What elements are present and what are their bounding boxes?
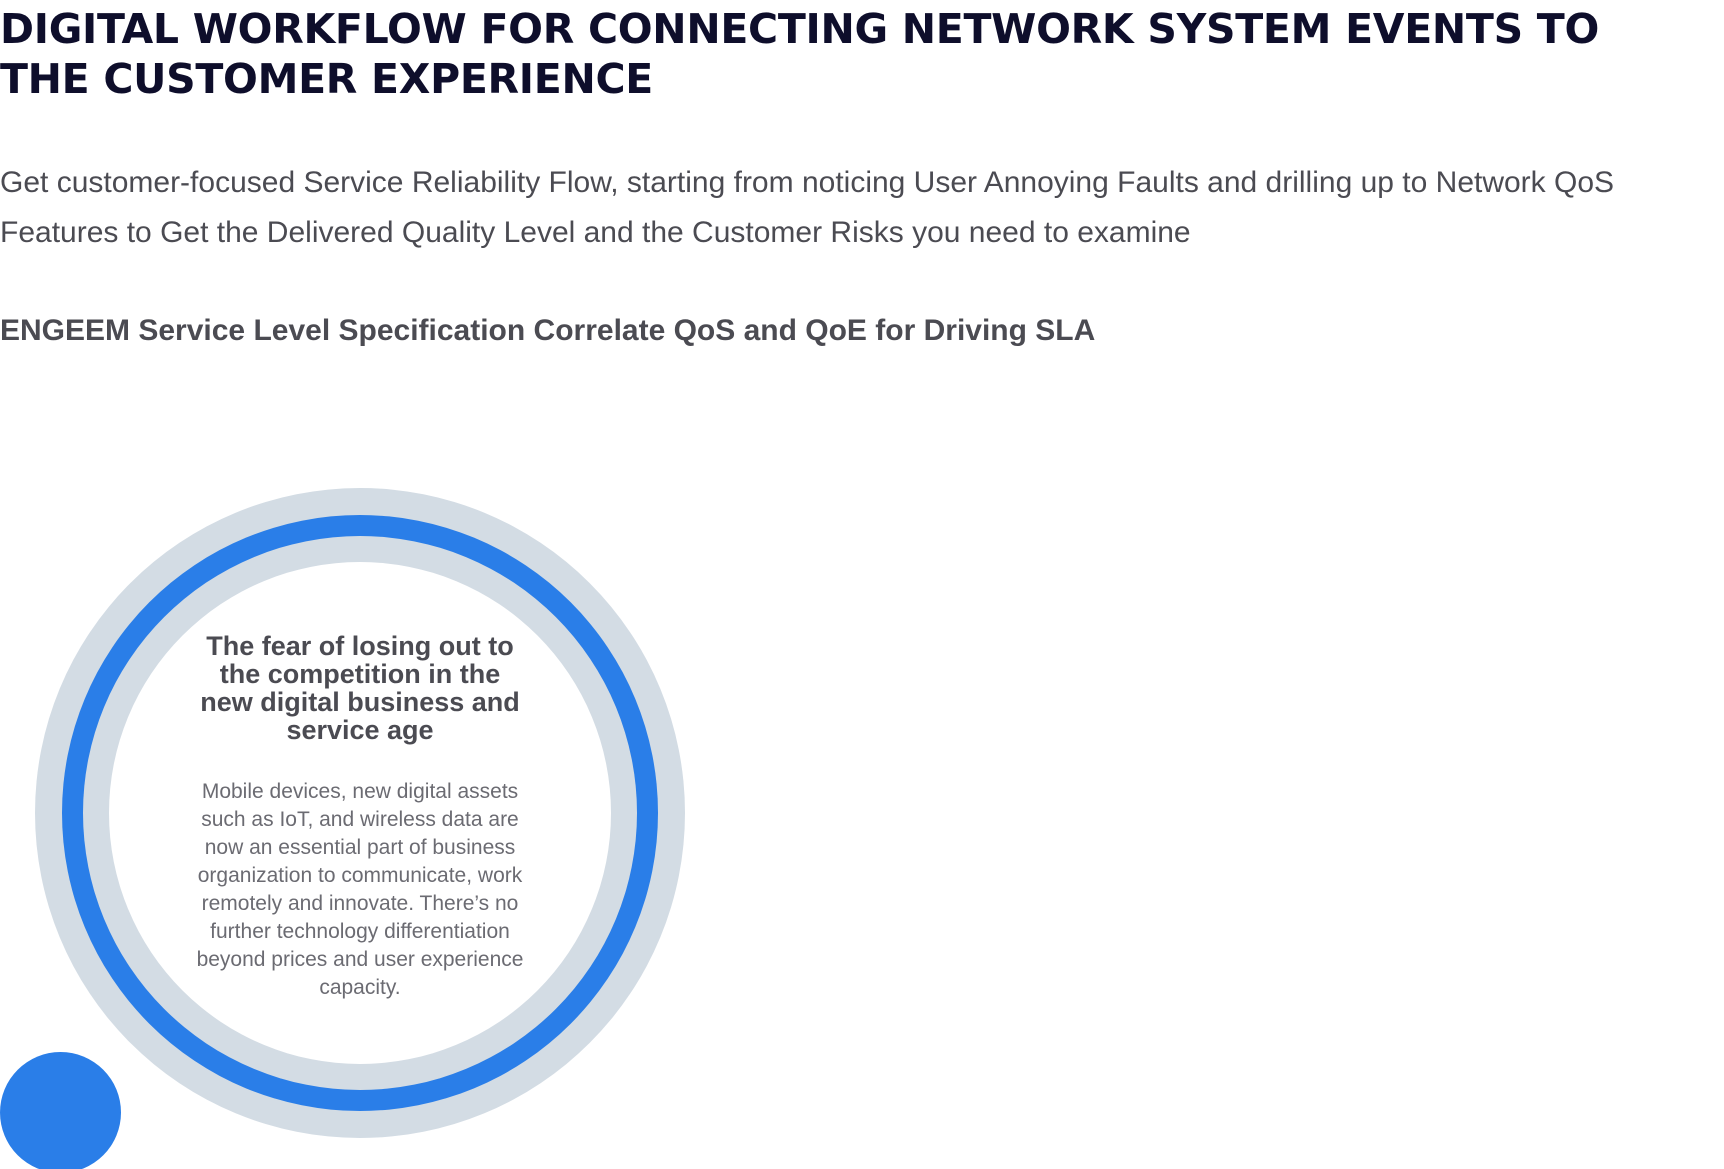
circle-body-text: Mobile devices, new digital assets such … (196, 780, 524, 999)
intro-text: Get customer-focused Service Reliability… (0, 166, 1615, 249)
circle-graphic: The fear of losing out to the competitio… (35, 488, 685, 1138)
page-title: DIGITAL WORKFLOW FOR CONNECTING NETWORK … (0, 5, 1600, 103)
blue-dot-decoration (0, 1052, 121, 1169)
circle-heading: The fear of losing out to the competitio… (200, 631, 520, 745)
section-heading: ENGEEM Service Level Specification Corre… (0, 314, 1096, 347)
